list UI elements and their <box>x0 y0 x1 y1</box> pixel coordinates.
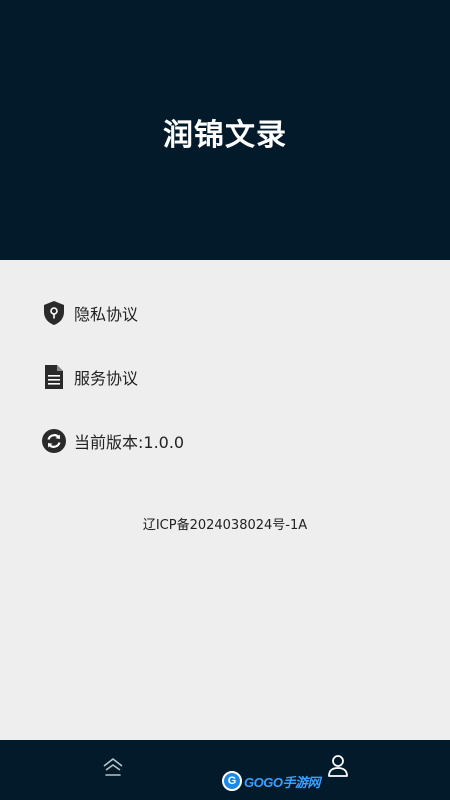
shield-keyhole-icon <box>42 300 66 326</box>
watermark-badge: G <box>222 771 242 791</box>
watermark-text: GOGO手游网 <box>244 774 320 790</box>
nav-home-button[interactable] <box>100 756 126 782</box>
app-title: 润锦文录 <box>163 118 287 153</box>
version-item[interactable]: 当前版本:1.0.0 <box>42 426 184 456</box>
service-agreement-item[interactable]: 服务协议 <box>42 362 138 392</box>
settings-page: 润锦文录 隐私协议 服务协议 当前版本:1.0.0 辽ICP备202403802… <box>0 0 450 800</box>
icp-record[interactable]: 辽ICP备2024038024号-1A <box>0 514 450 533</box>
service-agreement-label: 服务协议 <box>74 369 139 388</box>
watermark-logo: G GOGO手游网 <box>222 768 320 794</box>
version-label: 当前版本:1.0.0 <box>74 433 185 452</box>
user-icon <box>327 754 349 782</box>
privacy-policy-label: 隐私协议 <box>74 305 139 324</box>
nav-user-button[interactable] <box>324 754 352 782</box>
settings-content: 隐私协议 服务协议 当前版本:1.0.0 辽ICP备2024038024号-1A <box>0 260 450 740</box>
home-icon <box>102 757 124 781</box>
privacy-policy-item[interactable]: 隐私协议 <box>42 298 138 328</box>
document-icon <box>42 364 66 390</box>
header-banner: 润锦文录 <box>0 0 450 260</box>
bottom-navigation: G GOGO手游网 <box>0 740 450 800</box>
refresh-icon <box>42 428 66 454</box>
